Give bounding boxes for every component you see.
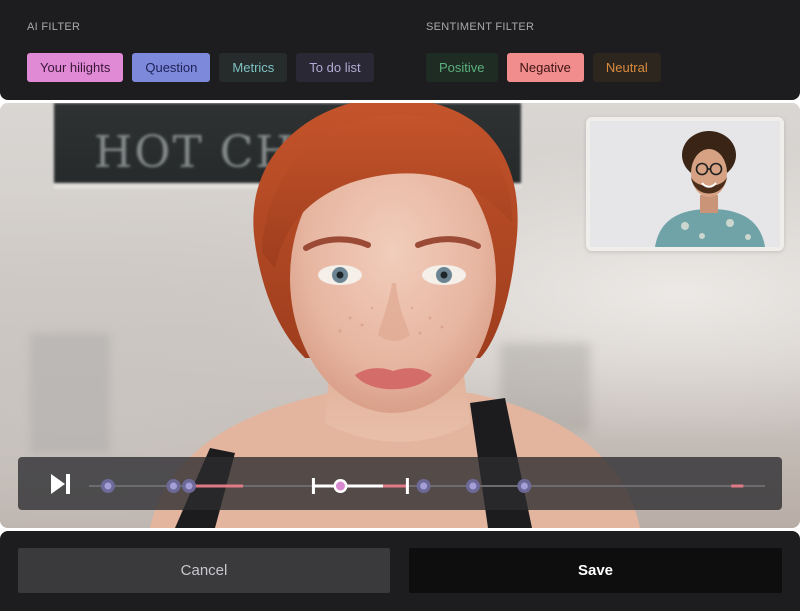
participant-thumbnail-icon (590, 121, 780, 247)
action-bar: Cancel Save (0, 531, 800, 611)
selection-end-handle (405, 478, 409, 494)
chip-negative[interactable]: Negative (506, 53, 584, 82)
selection-start-handle (311, 478, 315, 494)
timeline-marker-dot (420, 482, 428, 490)
chip-to-do-list[interactable]: To do list (296, 53, 374, 82)
timeline-marker-dot (185, 482, 193, 490)
save-button[interactable]: Save (409, 548, 782, 593)
chip-neutral[interactable]: Neutral (592, 53, 661, 82)
timeline-marker-dot (104, 482, 112, 490)
timeline-marker-dot (469, 482, 477, 490)
chip-metrics[interactable]: Metrics (219, 53, 288, 82)
timeline-marker-dot (520, 482, 528, 490)
timeline-scrubber[interactable] (18, 457, 782, 510)
chip-positive[interactable]: Positive (426, 53, 498, 82)
filter-panel: AI FILTER Your hilights Question Metrics… (0, 0, 800, 100)
video-player[interactable]: HOT CH (0, 103, 800, 528)
participant-pip-video[interactable] (586, 117, 784, 251)
sentiment-filter-title: SENTIMENT FILTER (426, 21, 535, 33)
player-controls (18, 457, 782, 510)
timeline-marker-dot (170, 482, 177, 490)
chip-question[interactable]: Question (132, 53, 211, 82)
playhead-dot (335, 481, 345, 491)
ai-filter-title: AI FILTER (27, 21, 81, 33)
cancel-button[interactable]: Cancel (18, 548, 390, 593)
chip-your-hilights[interactable]: Your hilights (27, 53, 124, 82)
